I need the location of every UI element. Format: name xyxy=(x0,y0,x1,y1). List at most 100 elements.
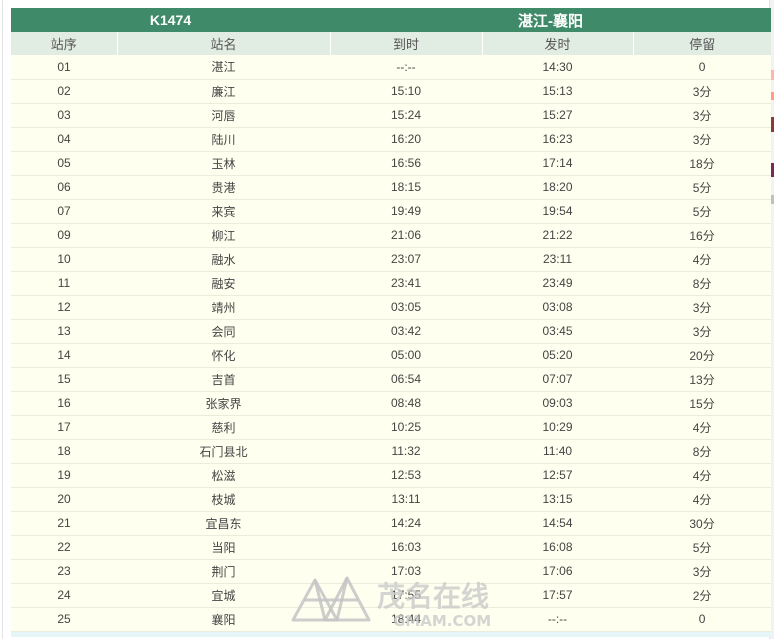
stay-duration: 15分 xyxy=(633,391,772,416)
table-row: 01 湛江 --:-- 14:30 0 xyxy=(11,55,772,80)
stop-seq: 24 xyxy=(11,583,117,608)
arrive-time: --:-- xyxy=(330,55,483,80)
arrive-time: 10:25 xyxy=(330,415,483,440)
table-row: 05 玉林 16:56 17:14 18分 xyxy=(11,151,772,176)
stay-duration: 8分 xyxy=(633,439,772,464)
stop-seq: 10 xyxy=(11,247,117,272)
stop-seq: 11 xyxy=(11,271,117,296)
depart-time: 18:20 xyxy=(482,175,634,200)
station-name: 廉江 xyxy=(117,79,331,104)
stop-seq: 05 xyxy=(11,151,117,176)
stay-duration: 3分 xyxy=(633,103,772,128)
table-row: 02 廉江 15:10 15:13 3分 xyxy=(11,79,772,104)
stay-duration: 3分 xyxy=(633,559,772,584)
table-row: 21 宜昌东 14:24 14:54 30分 xyxy=(11,511,772,536)
station-name: 宜昌东 xyxy=(117,511,331,536)
arrive-time: 14:24 xyxy=(330,511,483,536)
depart-time: 12:57 xyxy=(482,463,634,488)
stay-duration: 3分 xyxy=(633,79,772,104)
stop-seq: 12 xyxy=(11,295,117,320)
column-header-row: 站序 站名 到时 发时 停留 xyxy=(11,32,772,55)
station-name: 湛江 xyxy=(117,55,331,80)
table-row: 09 柳江 21:06 21:22 16分 xyxy=(11,223,772,248)
stop-seq: 23 xyxy=(11,559,117,584)
arrive-time: 05:00 xyxy=(330,343,483,368)
depart-time: 23:49 xyxy=(482,271,634,296)
arrive-time: 23:07 xyxy=(330,247,483,272)
stay-duration: 4分 xyxy=(633,247,772,272)
depart-time: 21:22 xyxy=(482,223,634,248)
arrive-time: 16:03 xyxy=(330,535,483,560)
table-row: 10 融水 23:07 23:11 4分 xyxy=(11,247,772,272)
table-row: 22 当阳 16:03 16:08 5分 xyxy=(11,535,772,560)
depart-time: 14:54 xyxy=(482,511,634,536)
stay-duration: 4分 xyxy=(633,487,772,512)
station-name: 玉林 xyxy=(117,151,331,176)
column-header-stay: 停留 xyxy=(689,37,716,52)
stop-seq: 02 xyxy=(11,79,117,104)
stop-seq: 14 xyxy=(11,343,117,368)
column-header-arrive: 到时 xyxy=(330,32,483,55)
stay-duration: 5分 xyxy=(633,535,772,560)
table-row: 06 贵港 18:15 18:20 5分 xyxy=(11,175,772,200)
column-header-depart: 发时 xyxy=(482,32,634,55)
depart-time: 05:20 xyxy=(482,343,634,368)
depart-time: 15:13 xyxy=(482,79,634,104)
table-row: 12 靖州 03:05 03:08 3分 xyxy=(11,295,772,320)
watermark-logo: 茂名在线 GMAM.COM xyxy=(291,576,491,630)
stay-duration: 0 xyxy=(633,607,772,632)
stop-seq: 03 xyxy=(11,103,117,128)
stop-seq: 19 xyxy=(11,463,117,488)
stay-duration: 30分 xyxy=(633,511,772,536)
title-row: K1474 湛江-襄阳 xyxy=(11,8,772,32)
stop-seq: 25 xyxy=(11,607,117,632)
table-row: 07 来宾 19:49 19:54 5分 xyxy=(11,199,772,224)
arrive-time: 18:15 xyxy=(330,175,483,200)
station-name: 吉首 xyxy=(117,367,331,392)
station-name: 当阳 xyxy=(117,535,331,560)
depart-time: 23:11 xyxy=(482,247,634,272)
arrive-time: 12:53 xyxy=(330,463,483,488)
stay-duration: 3分 xyxy=(633,319,772,344)
arrive-time: 03:42 xyxy=(330,319,483,344)
table-row: 17 慈利 10:25 10:29 4分 xyxy=(11,415,772,440)
stay-duration: 16分 xyxy=(633,223,772,248)
depart-time: 17:14 xyxy=(482,151,634,176)
table-row: 13 会同 03:42 03:45 3分 xyxy=(11,319,772,344)
stay-duration: 5分 xyxy=(633,199,772,224)
station-name: 怀化 xyxy=(117,343,331,368)
depart-time: 15:27 xyxy=(482,103,634,128)
depart-time: 10:29 xyxy=(482,415,634,440)
route-name: 湛江-襄阳 xyxy=(518,12,584,30)
station-name: 松滋 xyxy=(117,463,331,488)
table-row: 19 松滋 12:53 12:57 4分 xyxy=(11,463,772,488)
depart-time: 19:54 xyxy=(482,199,634,224)
watermark-text-cn: 茂名在线 xyxy=(377,580,489,613)
train-schedule-table: K1474 湛江-襄阳 站序 站名 到时 发时 停留 01 湛江 --:-- 14:3… xyxy=(11,8,772,637)
station-name: 来宾 xyxy=(117,199,331,224)
station-name: 枝城 xyxy=(117,487,331,512)
stop-seq: 04 xyxy=(11,127,117,152)
stay-duration: 4分 xyxy=(633,463,772,488)
depart-time: 11:40 xyxy=(482,439,634,464)
station-name: 石门县北 xyxy=(117,439,331,464)
table-row: 04 陆川 16:20 16:23 3分 xyxy=(11,127,772,152)
train-number: K1474 xyxy=(149,12,192,28)
table-row: 15 吉首 06:54 07:07 13分 xyxy=(11,367,772,392)
arrive-time: 13:11 xyxy=(330,487,483,512)
station-name: 陆川 xyxy=(117,127,331,152)
arrive-time: 21:06 xyxy=(330,223,483,248)
stop-seq: 13 xyxy=(11,319,117,344)
depart-time: 03:45 xyxy=(482,319,634,344)
column-header-seq: 站序 xyxy=(11,32,118,55)
stop-seq: 07 xyxy=(11,199,117,224)
stay-duration: 3分 xyxy=(633,127,772,152)
station-name: 贵港 xyxy=(117,175,331,200)
schedule-body: 01 湛江 --:-- 14:30 0 02 廉江 15:10 15:13 3分 03 河唇 15:24… xyxy=(11,55,772,637)
stop-seq: 17 xyxy=(11,415,117,440)
table-row: 14 怀化 05:00 05:20 20分 xyxy=(11,343,772,368)
station-name: 融水 xyxy=(117,247,331,272)
arrive-time: 03:05 xyxy=(330,295,483,320)
arrive-time: 06:54 xyxy=(330,367,483,392)
station-name: 靖州 xyxy=(117,295,331,320)
